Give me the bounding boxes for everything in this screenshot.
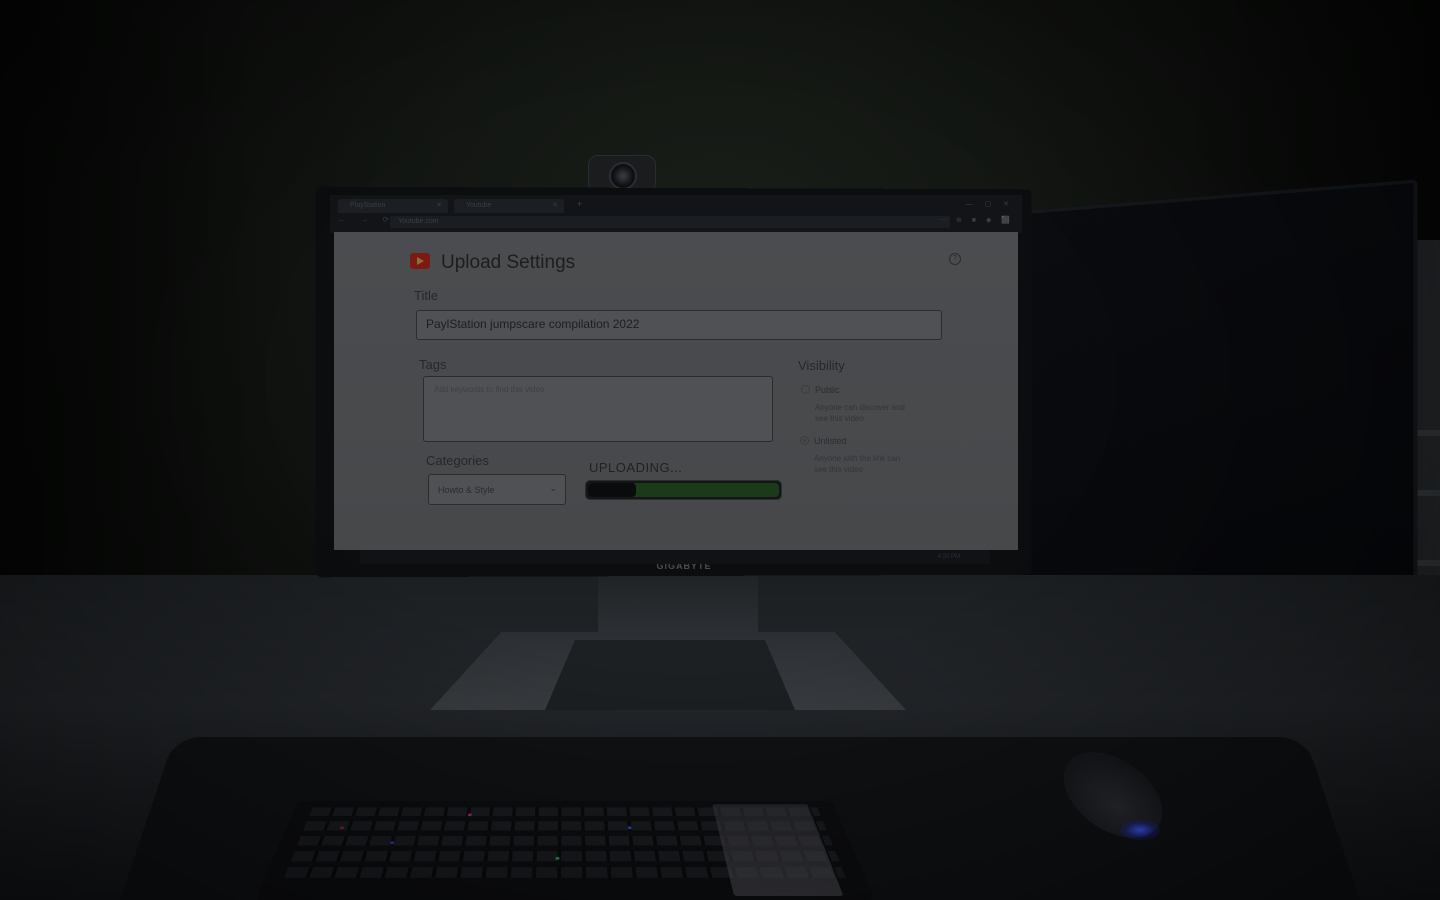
webcam-lens-icon (609, 162, 637, 190)
monitor-stand-neck (598, 575, 758, 635)
tab-youtube[interactable]: Youtube ✕ (454, 199, 564, 213)
upload-status-text: UPLOADING... (589, 460, 683, 475)
option-unlisted-description: Anyone with the link can see this video (814, 454, 901, 474)
tab-label: Youtube (466, 202, 492, 209)
address-bar[interactable]: Youtube.com (390, 216, 950, 228)
option-unlisted-label: Unlisted (814, 436, 847, 446)
browser-chrome: PlayStation ✕ Youtube ✕ + — ▢ ✕ ← → ⟳ Yo… (330, 195, 1022, 233)
upload-page: Upload Settings ? Title PaylStation jump… (334, 232, 1018, 550)
keyboard (255, 801, 875, 900)
window-controls[interactable]: — ▢ ✕ (966, 200, 1014, 208)
title-label: Title (414, 288, 439, 303)
radio-unlisted[interactable] (800, 436, 809, 445)
taskbar-clock: 4:20 PM (937, 554, 960, 560)
page-title: Upload Settings (441, 252, 576, 273)
option-public-description: Anyone can discover and see this video (815, 403, 905, 423)
close-icon[interactable]: ✕ (552, 199, 558, 213)
progress-fill (588, 483, 636, 497)
nav-buttons[interactable]: ← → ⟳ (338, 215, 395, 224)
radio-public[interactable] (801, 385, 810, 394)
youtube-logo-icon (410, 253, 430, 269)
help-icon[interactable]: ? (949, 253, 961, 265)
categories-select[interactable]: Howto & Style ⌄ (428, 474, 566, 505)
upload-progress-bar (585, 480, 782, 500)
extension-icons[interactable]: ⋯ ⊕ ■ ◆ ⬛ (939, 216, 1014, 224)
progress-track (588, 483, 779, 497)
close-icon[interactable]: ✕ (436, 199, 442, 213)
monitor-stand-base-inner (545, 640, 795, 710)
chevron-down-icon: ⌄ (549, 483, 557, 493)
tags-input[interactable]: Add keywords to find this video (423, 376, 773, 442)
option-public-label: Public (815, 385, 840, 395)
taskbar: 4:20 PM (360, 550, 990, 564)
mouse-led (1120, 820, 1160, 840)
new-tab-button[interactable]: + (577, 199, 582, 209)
categories-label: Categories (426, 453, 489, 468)
tab-label: PlayStation (350, 202, 386, 209)
title-input[interactable]: PaylStation jumpscare compilation 2022 (416, 310, 942, 340)
visibility-label: Visibility (798, 358, 845, 373)
tags-label: Tags (419, 357, 447, 372)
categories-selected-value: Howto & Style (438, 485, 495, 495)
tab-playstation[interactable]: PlayStation ✕ (338, 199, 448, 213)
